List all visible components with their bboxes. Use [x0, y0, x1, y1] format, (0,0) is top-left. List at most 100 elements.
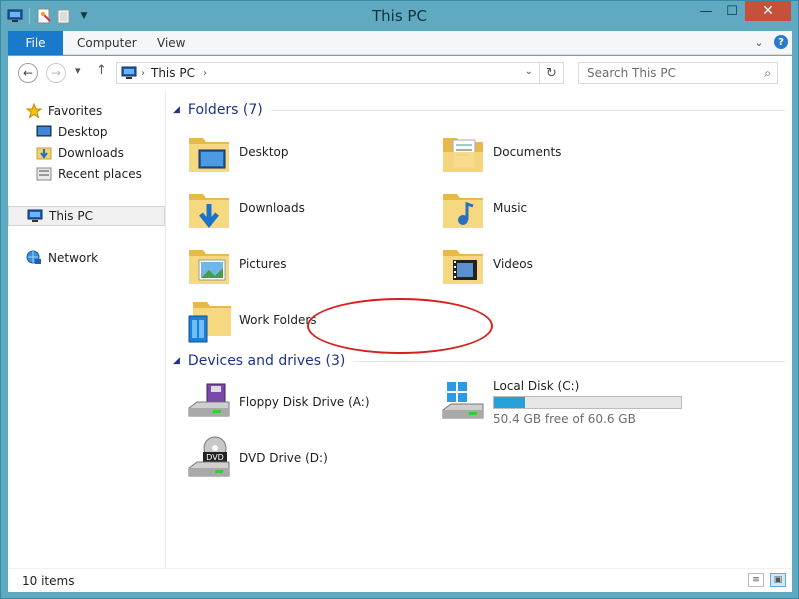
collapse-icon[interactable]: ◢: [173, 105, 180, 115]
refresh-icon: ↻: [546, 65, 557, 81]
address-bar[interactable]: › This PC › ⌄: [116, 62, 540, 84]
minimize-button[interactable]: —: [693, 1, 719, 21]
sidebar-item-downloads[interactable]: Downloads: [36, 143, 124, 163]
sidebar-item-network[interactable]: Network: [26, 248, 98, 268]
view-switcher: ≡ ▣: [748, 573, 786, 587]
ribbon-tabs: File Computer View ⌄ ?: [8, 31, 792, 55]
floppy-drive-icon: [185, 378, 233, 426]
maximize-button[interactable]: ☐: [719, 1, 745, 21]
search-input[interactable]: [587, 66, 747, 80]
folder-tile-work-folders[interactable]: Work Folders: [185, 294, 317, 346]
item-count: 10 items: [22, 574, 75, 588]
ribbon-controls: ⌄ ?: [752, 35, 788, 49]
collapse-icon[interactable]: ◢: [173, 356, 180, 366]
sidebar-item-recent-places[interactable]: Recent places: [36, 164, 142, 184]
drive-tile-dvd[interactable]: DVD DVD Drive (D:): [185, 432, 328, 484]
navigation-pane: Favorites Desktop Downloads Recent place…: [8, 90, 166, 568]
group-divider: [353, 360, 785, 362]
refresh-button[interactable]: ↻: [540, 62, 564, 84]
highlight-ellipse: [307, 298, 493, 354]
group-label: Folders (7): [187, 102, 263, 118]
folder-tile-music[interactable]: Music: [439, 182, 527, 234]
this-pc-icon: [27, 208, 43, 224]
sidebar-item-label: Network: [48, 251, 99, 265]
breadcrumb[interactable]: This PC: [151, 66, 195, 80]
group-header-folders[interactable]: ◢ Folders (7): [173, 98, 785, 122]
sidebar-item-label: Recent places: [58, 167, 142, 181]
tab-file[interactable]: File: [8, 31, 63, 55]
group-header-devices[interactable]: ◢ Devices and drives (3): [173, 349, 785, 373]
explorer-window: ▼ This PC — ☐ ✕ File Computer View ⌄ ? ←…: [0, 0, 799, 599]
group-label: Devices and drives (3): [187, 353, 346, 369]
address-history-dropdown[interactable]: ⌄: [525, 66, 533, 77]
tab-view[interactable]: View: [157, 31, 185, 55]
downloads-folder-icon: [185, 184, 233, 232]
desktop-icon: [36, 124, 52, 140]
search-box: ⌕: [578, 62, 778, 84]
drive-tile-floppy[interactable]: Floppy Disk Drive (A:): [185, 376, 370, 428]
folder-tile-documents[interactable]: Documents: [439, 126, 561, 178]
disk-usage-bar: [493, 395, 682, 409]
music-folder-icon: [439, 184, 487, 232]
tab-computer[interactable]: Computer: [77, 31, 137, 55]
folder-name: Documents: [493, 145, 562, 159]
chevron-right-icon[interactable]: ›: [203, 68, 207, 79]
recent-places-icon: [36, 166, 52, 182]
drive-name: Floppy Disk Drive (A:): [239, 395, 370, 409]
window-controls: — ☐ ✕: [693, 1, 791, 21]
local-disk-icon: [439, 378, 487, 426]
chevron-right-icon[interactable]: ›: [141, 68, 145, 79]
close-button[interactable]: ✕: [745, 1, 791, 21]
network-icon: [26, 250, 42, 266]
search-icon[interactable]: ⌕: [764, 66, 771, 81]
folder-name: Videos: [493, 257, 533, 271]
details-view-icon[interactable]: ≡: [748, 573, 764, 587]
arrow-left-icon: ←: [22, 66, 34, 80]
folder-tile-desktop[interactable]: Desktop: [185, 126, 289, 178]
navigation-bar: ← → ▾ ↑ › This PC › ⌄ ↻ ⌕: [8, 56, 792, 90]
group-divider: [270, 109, 785, 111]
pictures-folder-icon: [185, 240, 233, 288]
folder-tile-pictures[interactable]: Pictures: [185, 238, 287, 290]
drive-name: DVD Drive (D:): [239, 451, 328, 465]
sidebar-item-desktop[interactable]: Desktop: [36, 122, 108, 142]
dvd-drive-icon: DVD: [185, 434, 233, 482]
chevron-down-icon[interactable]: ⌄: [752, 35, 766, 49]
sidebar-item-label: Desktop: [58, 125, 108, 139]
sidebar-item-label: This PC: [49, 209, 93, 223]
dvd-badge: DVD: [206, 453, 224, 462]
work-folders-icon: [185, 296, 233, 344]
this-pc-icon: [121, 66, 137, 79]
up-button[interactable]: ↑: [96, 63, 107, 78]
drive-tile-local-disk[interactable]: Local Disk (C:) 50.4 GB free of 60.6 GB: [439, 372, 682, 432]
drive-info: Local Disk (C:) 50.4 GB free of 60.6 GB: [493, 379, 682, 426]
disk-free-text: 50.4 GB free of 60.6 GB: [493, 411, 636, 426]
folder-name: Desktop: [239, 145, 289, 159]
folder-tile-downloads[interactable]: Downloads: [185, 182, 305, 234]
folder-name: Pictures: [239, 257, 287, 271]
arrow-right-icon: →: [50, 66, 62, 80]
drive-name: Local Disk (C:): [493, 378, 580, 393]
folder-name: Work Folders: [239, 313, 317, 327]
help-button[interactable]: ?: [774, 35, 788, 49]
status-bar: 10 items ≡ ▣: [8, 568, 792, 592]
folder-name: Music: [493, 201, 528, 215]
sidebar-item-label: Favorites: [48, 104, 103, 118]
window-title: This PC: [372, 7, 427, 25]
disk-usage-fill: [494, 396, 526, 408]
videos-folder-icon: [439, 240, 487, 288]
star-icon: [25, 102, 43, 119]
folder-tile-videos[interactable]: Videos: [439, 238, 533, 290]
sidebar-item-favorites[interactable]: Favorites: [25, 101, 103, 121]
recent-locations-button[interactable]: ▾: [75, 64, 81, 77]
back-button[interactable]: ←: [18, 63, 38, 83]
forward-button[interactable]: →: [46, 63, 66, 83]
large-icons-view-icon[interactable]: ▣: [770, 573, 786, 587]
documents-folder-icon: [439, 128, 487, 176]
sidebar-item-this-pc[interactable]: This PC: [8, 206, 165, 226]
downloads-icon: [36, 145, 52, 161]
arrow-up-icon: ↑: [96, 63, 107, 78]
folder-name: Downloads: [239, 201, 305, 215]
title-bar: ▼ This PC — ☐ ✕: [1, 1, 798, 30]
main-area: Favorites Desktop Downloads Recent place…: [8, 90, 792, 568]
